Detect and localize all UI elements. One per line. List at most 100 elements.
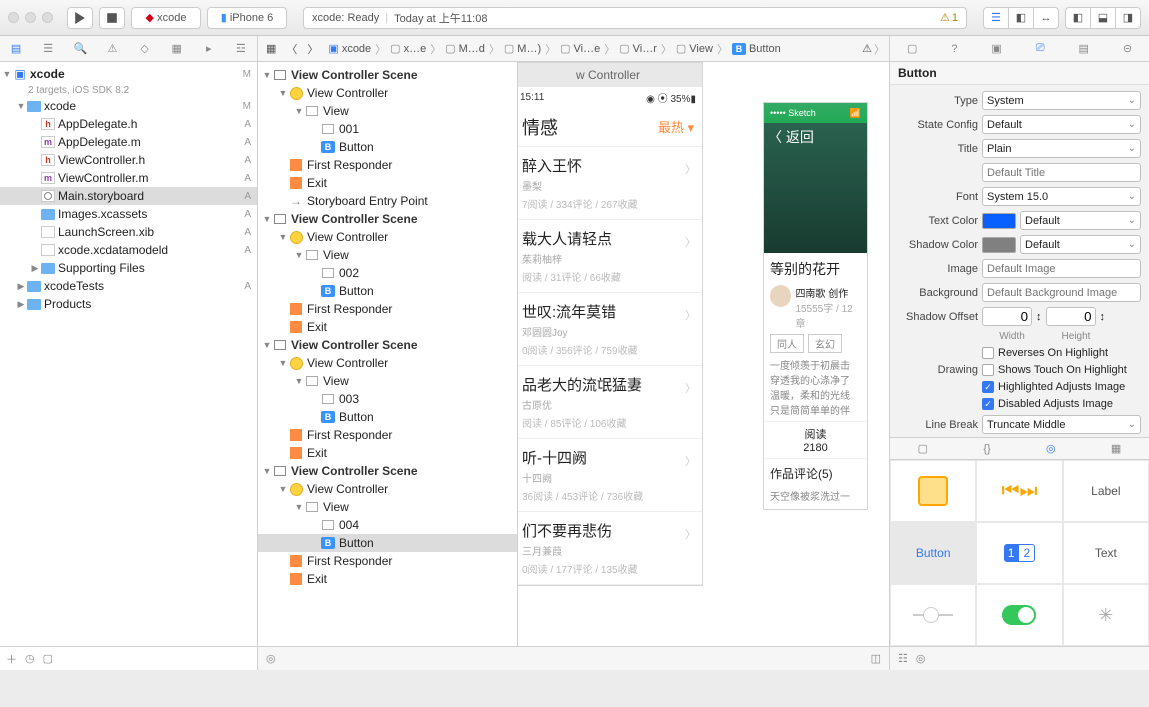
toggle-inspector-button[interactable]: ◨ [1115, 7, 1141, 29]
lib-viewcontroller[interactable] [890, 460, 976, 522]
outline-row[interactable]: BButton [258, 408, 517, 426]
outline-row[interactable]: ▼View [258, 102, 517, 120]
attributes-inspector-icon[interactable]: ⎚ [1036, 42, 1045, 55]
outline-row[interactable]: Exit [258, 318, 517, 336]
forward-button[interactable]: 〉 [303, 41, 322, 57]
media-library-icon[interactable]: ▦ [1111, 442, 1121, 455]
shadow-color-select[interactable]: Default [1020, 235, 1141, 254]
debug-navigator-icon[interactable]: ▦ [169, 41, 185, 57]
tag-2[interactable]: 玄幻 [808, 334, 842, 353]
outline-row[interactable]: 001 [258, 120, 517, 138]
library-filter-icon[interactable]: ◎ [916, 652, 926, 665]
jump-segment[interactable]: ▢ Vi…r [615, 42, 661, 55]
file-row[interactable]: ▶xcodeTestsA [0, 277, 257, 295]
outline-row[interactable]: ▼View Controller [258, 228, 517, 246]
outline-row[interactable]: 004 [258, 516, 517, 534]
minimize-dot[interactable] [25, 12, 36, 23]
outline-row[interactable]: First Responder [258, 426, 517, 444]
filter-recent-icon[interactable]: ◷ [25, 652, 35, 665]
outline-toggle-icon[interactable]: ▦ [262, 42, 280, 55]
outline-row[interactable]: →Storyboard Entry Point [258, 192, 517, 210]
file-row[interactable]: Images.xcassetsA [0, 205, 257, 223]
scheme-selector[interactable]: ◆ xcode [131, 7, 201, 29]
outline-row[interactable]: ▼View Controller [258, 480, 517, 498]
filter-scm-icon[interactable]: ▢ [43, 652, 53, 665]
outline-row[interactable]: Exit [258, 174, 517, 192]
jump-segment[interactable]: ▢ View [672, 42, 717, 55]
scene-header[interactable]: ▼View Controller Scene [258, 66, 517, 84]
back-button[interactable]: 〈 [282, 41, 301, 57]
lib-textfield[interactable]: Text [1063, 522, 1149, 584]
text-color-select[interactable]: Default [1020, 211, 1141, 230]
file-row[interactable]: LaunchScreen.xibA [0, 223, 257, 241]
standard-editor-button[interactable]: ☰ [983, 7, 1009, 29]
code-snippet-icon[interactable]: {} [983, 443, 990, 455]
file-row[interactable]: ▶Supporting Files [0, 259, 257, 277]
test-navigator-icon[interactable]: ◇ [137, 41, 153, 57]
background-field[interactable] [982, 283, 1141, 302]
outline-row[interactable]: BButton [258, 282, 517, 300]
add-file-icon[interactable]: ＋ [6, 651, 17, 667]
project-tree[interactable]: ▼▣ xcode M 2 targets, iOS SDK 8.2 ▼xcode… [0, 62, 257, 646]
toggle-navigator-button[interactable]: ◧ [1065, 7, 1091, 29]
lib-navcontroller[interactable]: ⏮⏭ [976, 460, 1062, 522]
list-item[interactable]: 醉入王怀墨梨7阅读 / 334评论 / 267收藏〉 [518, 147, 702, 220]
document-outline[interactable]: ▼View Controller Scene▼View Controller▼V… [258, 62, 518, 646]
file-row[interactable]: hViewController.hA [0, 151, 257, 169]
outline-row[interactable]: First Responder [258, 552, 517, 570]
version-editor-button[interactable]: ↔ [1033, 7, 1059, 29]
outline-row[interactable]: ▼View [258, 372, 517, 390]
assistant-editor-button[interactable]: ◧ [1008, 7, 1034, 29]
list-item[interactable]: 世叹:流年莫错邓圆圆Joy0阅读 / 356评论 / 759收藏〉 [518, 293, 702, 366]
stop-button[interactable] [99, 7, 125, 29]
scene-preview-b[interactable]: ••••• Sketch 📶 〈 返回 等别的花开 四南歌 创作 15555字 … [763, 102, 868, 510]
outline-row[interactable]: BButton [258, 534, 517, 552]
file-row[interactable]: mViewController.mA [0, 169, 257, 187]
jump-segment[interactable]: ▢ M…) [500, 42, 545, 55]
scene-header[interactable]: ▼View Controller Scene [258, 210, 517, 228]
object-library-icon[interactable]: ◎ [1046, 442, 1056, 455]
outline-row[interactable]: First Responder [258, 300, 517, 318]
zoom-dot[interactable] [42, 12, 53, 23]
file-row[interactable]: hAppDelegate.hA [0, 115, 257, 133]
toggle-debug-button[interactable]: ⬓ [1090, 7, 1116, 29]
highlighted-adjusts-checkbox[interactable] [982, 381, 994, 393]
line-break-select[interactable]: Truncate Middle [982, 415, 1141, 434]
lib-label[interactable]: Label [1063, 460, 1149, 522]
close-dot[interactable] [8, 12, 19, 23]
zoom-icon[interactable]: ◫ [871, 652, 881, 665]
shows-touch-checkbox[interactable] [982, 364, 994, 376]
text-color-well[interactable] [982, 213, 1016, 229]
file-row[interactable]: Main.storyboardA [0, 187, 257, 205]
lib-button[interactable]: Button [890, 522, 976, 584]
scene-header[interactable]: ▼View Controller Scene [258, 462, 517, 480]
scene-header[interactable]: ▼View Controller Scene [258, 336, 517, 354]
offset-width-field[interactable] [982, 307, 1032, 326]
warnings-indicator[interactable]: ⚠ 1 [940, 11, 958, 24]
jump-bar[interactable]: ▦ 〈 〉 ▣ xcode〉▢ x…e〉▢ M…d〉▢ M…)〉▢ Vi…e〉▢… [258, 36, 889, 62]
image-field[interactable] [982, 259, 1141, 278]
jump-segment[interactable]: B Button [728, 43, 785, 55]
reverses-highlight-checkbox[interactable] [982, 347, 994, 359]
outline-row[interactable]: ▼View [258, 246, 517, 264]
file-row[interactable]: mAppDelegate.mA [0, 133, 257, 151]
list-item[interactable]: 听-十四阙十四阙36阅读 / 453评论 / 736收藏〉 [518, 439, 702, 512]
title-type-select[interactable]: Plain [982, 139, 1141, 158]
jump-segment[interactable]: ▣ xcode [324, 42, 375, 55]
lib-switch[interactable] [976, 584, 1062, 646]
outline-row[interactable]: Exit [258, 570, 517, 588]
outline-row[interactable]: 003 [258, 390, 517, 408]
file-row[interactable]: xcode.xcdatamodeldA [0, 241, 257, 259]
outline-row[interactable]: ▼View Controller [258, 354, 517, 372]
shadow-color-well[interactable] [982, 237, 1016, 253]
lib-activity[interactable]: ✳ [1063, 584, 1149, 646]
list-item[interactable]: 们不要再悲伤三月兼葭0阅读 / 177评论 / 135收藏〉 [518, 512, 702, 585]
outline-row[interactable]: First Responder [258, 156, 517, 174]
find-navigator-icon[interactable]: 🔍 [72, 41, 88, 57]
outline-row[interactable]: ▼View [258, 498, 517, 516]
jump-warning-icon[interactable]: ⚠ [862, 42, 872, 55]
outline-row[interactable]: 002 [258, 264, 517, 282]
lib-slider[interactable] [890, 584, 976, 646]
size-inspector-icon[interactable]: ▤ [1078, 42, 1088, 55]
breakpoint-navigator-icon[interactable]: ▸ [201, 41, 217, 57]
